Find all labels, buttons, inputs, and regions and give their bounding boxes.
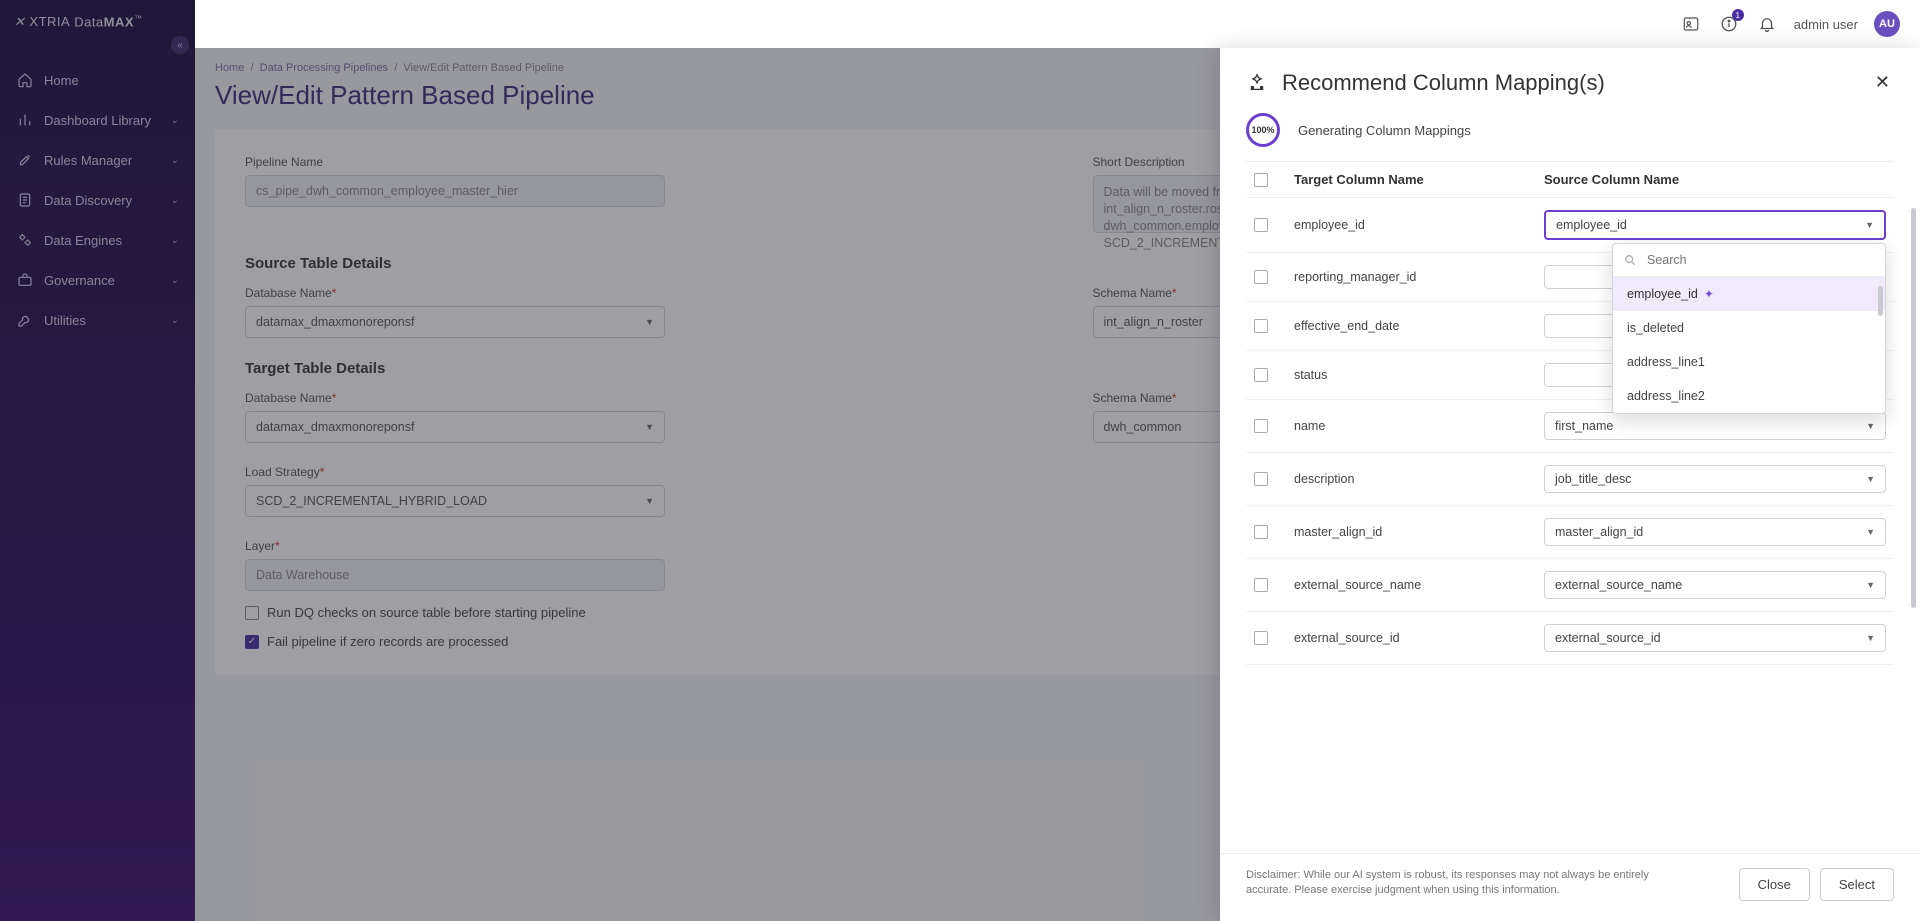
avatar[interactable]: AU — [1874, 11, 1900, 37]
source-column-select[interactable]: employee_id▼ — [1544, 210, 1886, 240]
chevron-down-icon: ▼ — [1866, 527, 1875, 537]
target-column-cell: name — [1294, 419, 1544, 433]
th-target: Target Column Name — [1294, 172, 1544, 187]
source-column-select[interactable]: job_title_desc▼ — [1544, 465, 1886, 493]
progress-label: Generating Column Mappings — [1298, 123, 1471, 138]
mapping-row: external_source_idexternal_source_id▼ — [1246, 612, 1894, 665]
row-checkbox[interactable] — [1254, 218, 1268, 232]
dropdown-search-input[interactable] — [1645, 252, 1875, 268]
target-column-cell: status — [1294, 368, 1544, 382]
info-badge: 1 — [1732, 9, 1744, 21]
search-icon — [1623, 253, 1637, 267]
th-source: Source Column Name — [1544, 172, 1886, 187]
target-column-cell: master_align_id — [1294, 525, 1544, 539]
mapping-row: external_source_nameexternal_source_name… — [1246, 559, 1894, 612]
chevron-down-icon: ▼ — [1866, 421, 1875, 431]
target-column-cell: description — [1294, 472, 1544, 486]
ai-sparkle-icon — [1246, 72, 1268, 94]
row-checkbox[interactable] — [1254, 419, 1268, 433]
recommend-mapping-panel: Recommend Column Mapping(s) ✕ 100% Gener… — [1220, 48, 1920, 921]
target-column-cell: effective_end_date — [1294, 319, 1544, 333]
mapping-row: master_align_idmaster_align_id▼ — [1246, 506, 1894, 559]
source-column-dropdown: employee_id ✦is_deletedaddress_line1addr… — [1612, 243, 1886, 414]
disclaimer-text: Disclaimer: While our AI system is robus… — [1246, 868, 1676, 899]
close-button[interactable]: Close — [1739, 868, 1810, 901]
dropdown-option[interactable]: is_deleted — [1613, 311, 1885, 345]
chevron-down-icon: ▼ — [1866, 474, 1875, 484]
dropdown-scrollbar[interactable] — [1878, 286, 1883, 316]
select-button[interactable]: Select — [1820, 868, 1894, 901]
progress-ring: 100% — [1246, 113, 1280, 147]
source-column-select[interactable]: external_source_name▼ — [1544, 571, 1886, 599]
chevron-down-icon: ▼ — [1865, 220, 1874, 230]
mapping-table: Target Column Name Source Column Name em… — [1220, 161, 1920, 853]
row-checkbox[interactable] — [1254, 631, 1268, 645]
row-checkbox[interactable] — [1254, 472, 1268, 486]
panel-scrollbar[interactable] — [1911, 208, 1916, 608]
target-column-cell: reporting_manager_id — [1294, 270, 1544, 284]
dropdown-option[interactable]: employee_id ✦ — [1613, 277, 1885, 311]
profile-card-icon[interactable] — [1680, 13, 1702, 35]
info-icon[interactable]: 1 — [1718, 13, 1740, 35]
topbar: 1 admin user AU — [195, 0, 1920, 48]
source-column-select[interactable]: master_align_id▼ — [1544, 518, 1886, 546]
row-checkbox[interactable] — [1254, 525, 1268, 539]
ai-suggestion-icon: ✦ — [1704, 287, 1714, 301]
target-column-cell: employee_id — [1294, 218, 1544, 232]
source-column-select[interactable]: first_name▼ — [1544, 412, 1886, 440]
row-checkbox[interactable] — [1254, 270, 1268, 284]
source-column-select[interactable]: external_source_id▼ — [1544, 624, 1886, 652]
row-checkbox[interactable] — [1254, 578, 1268, 592]
chevron-down-icon: ▼ — [1866, 633, 1875, 643]
target-column-cell: external_source_name — [1294, 578, 1544, 592]
row-checkbox[interactable] — [1254, 368, 1268, 382]
chevron-down-icon: ▼ — [1866, 580, 1875, 590]
user-name: admin user — [1794, 17, 1858, 32]
target-column-cell: external_source_id — [1294, 631, 1544, 645]
row-checkbox[interactable] — [1254, 319, 1268, 333]
mapping-row: descriptionjob_title_desc▼ — [1246, 453, 1894, 506]
bell-icon[interactable] — [1756, 13, 1778, 35]
dropdown-option[interactable]: address_line2 — [1613, 379, 1885, 413]
close-icon[interactable]: ✕ — [1871, 68, 1894, 97]
dropdown-option[interactable]: address_line1 — [1613, 345, 1885, 379]
panel-title: Recommend Column Mapping(s) — [1282, 70, 1605, 96]
select-all-checkbox[interactable] — [1254, 173, 1268, 187]
